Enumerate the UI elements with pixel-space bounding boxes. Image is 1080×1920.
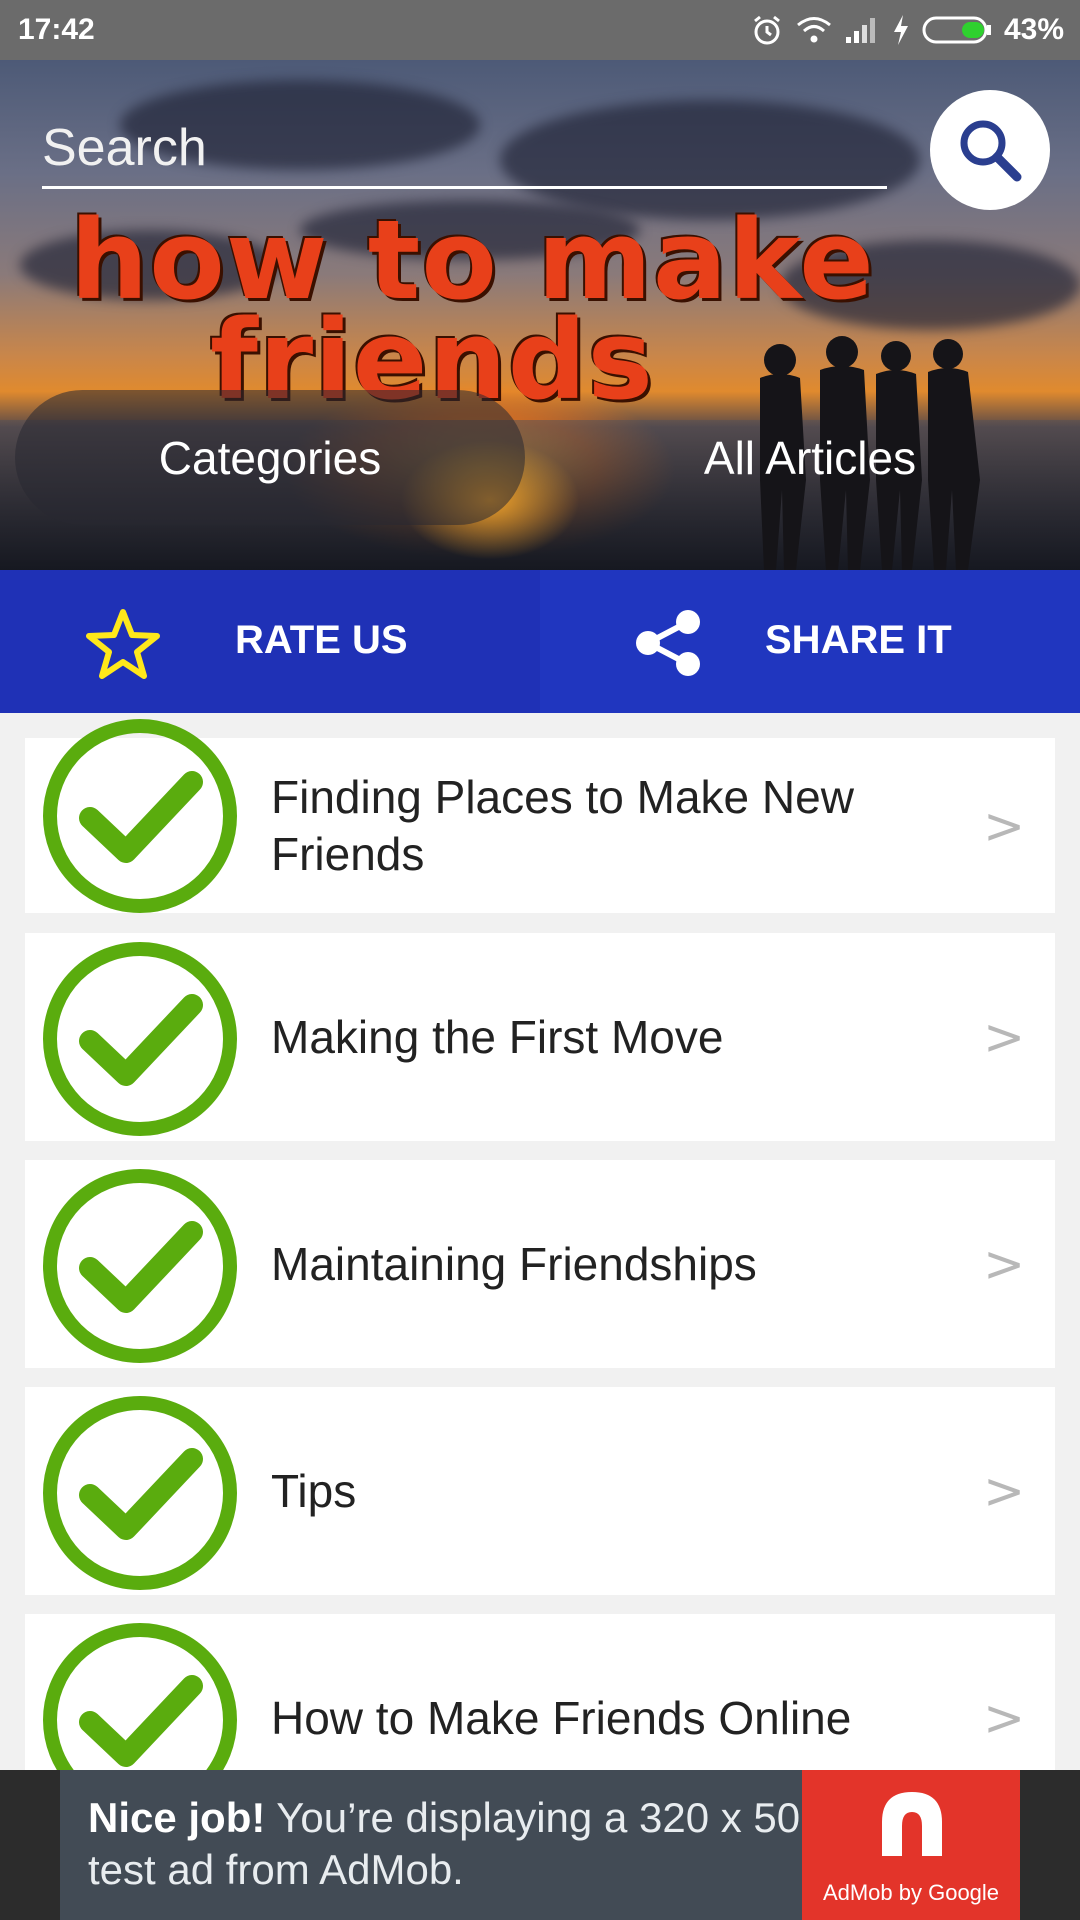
- check-circle-icon: [43, 719, 237, 913]
- check-circle-icon: [43, 1623, 237, 1770]
- chevron-right-icon: >: [983, 1689, 1025, 1747]
- check-circle-icon: [43, 942, 237, 1136]
- list-item-title: Tips: [271, 1464, 357, 1517]
- charging-icon: [893, 15, 908, 45]
- search-button[interactable]: [930, 90, 1050, 210]
- header-banner: how to make friends Categories All Artic…: [0, 60, 1080, 570]
- chevron-right-icon: >: [983, 1008, 1025, 1066]
- wifi-icon: [797, 17, 831, 43]
- action-bar: RATE US SHARE IT: [0, 570, 1080, 713]
- list-item[interactable]: Tips >: [25, 1387, 1055, 1595]
- chevron-right-icon: >: [983, 1235, 1025, 1293]
- list-item-title: Making the First Move: [271, 1010, 724, 1063]
- ad-text: Nice job! You’re displaying a 320 x 50 t…: [88, 1792, 828, 1896]
- list-item-title: Finding Places to Make New Friends: [271, 770, 854, 880]
- list-item[interactable]: Maintaining Friendships >: [25, 1160, 1055, 1368]
- ad-content[interactable]: Nice job! You’re displaying a 320 x 50 t…: [60, 1770, 1020, 1920]
- share-it-button[interactable]: SHARE IT: [540, 570, 1080, 713]
- ad-banner[interactable]: Nice job! You’re displaying a 320 x 50 t…: [0, 1770, 1080, 1920]
- signal-icon: [845, 18, 875, 43]
- alarm-icon: [754, 15, 780, 45]
- check-circle-icon: [43, 1396, 237, 1590]
- all-articles-label: All Articles: [703, 431, 917, 484]
- admob-logo: AdMob by Google: [802, 1770, 1020, 1920]
- rate-us-button[interactable]: RATE US: [0, 570, 540, 713]
- star-icon: [86, 609, 160, 679]
- status-icons: 43%: [750, 10, 1064, 50]
- search-icon: [960, 120, 1022, 182]
- list-item[interactable]: Finding Places to Make New Friends >: [25, 719, 1055, 913]
- search-input[interactable]: [42, 110, 887, 189]
- list-item-title: Maintaining Friendships: [271, 1237, 757, 1290]
- status-bar: 17:42 43%: [0, 0, 1080, 60]
- battery-percentage: 43%: [1003, 13, 1064, 46]
- chevron-right-icon: >: [983, 1462, 1025, 1520]
- categories-label: Categories: [158, 431, 382, 484]
- status-time: 17:42: [18, 13, 95, 46]
- rate-us-label: RATE US: [235, 618, 408, 662]
- list-item[interactable]: How to Make Friends Online >: [25, 1614, 1055, 1770]
- article-list: Finding Places to Make New Friends > Mak…: [0, 713, 1080, 1770]
- share-it-label: SHARE IT: [765, 618, 952, 662]
- categories-button[interactable]: Categories: [15, 390, 525, 525]
- check-circle-icon: [43, 1169, 237, 1363]
- ad-bold-text: Nice job!: [88, 1794, 266, 1841]
- admob-icon: [882, 1792, 942, 1856]
- list-item[interactable]: Making the First Move >: [25, 933, 1055, 1141]
- battery-icon: [922, 16, 991, 44]
- chevron-right-icon: >: [983, 796, 1025, 855]
- app-logo: how to make friends: [70, 205, 875, 415]
- all-articles-button[interactable]: All Articles: [540, 390, 1080, 525]
- list-item-title: How to Make Friends Online: [271, 1691, 852, 1744]
- share-icon: [636, 610, 700, 676]
- admob-caption: AdMob by Google: [822, 1880, 1000, 1905]
